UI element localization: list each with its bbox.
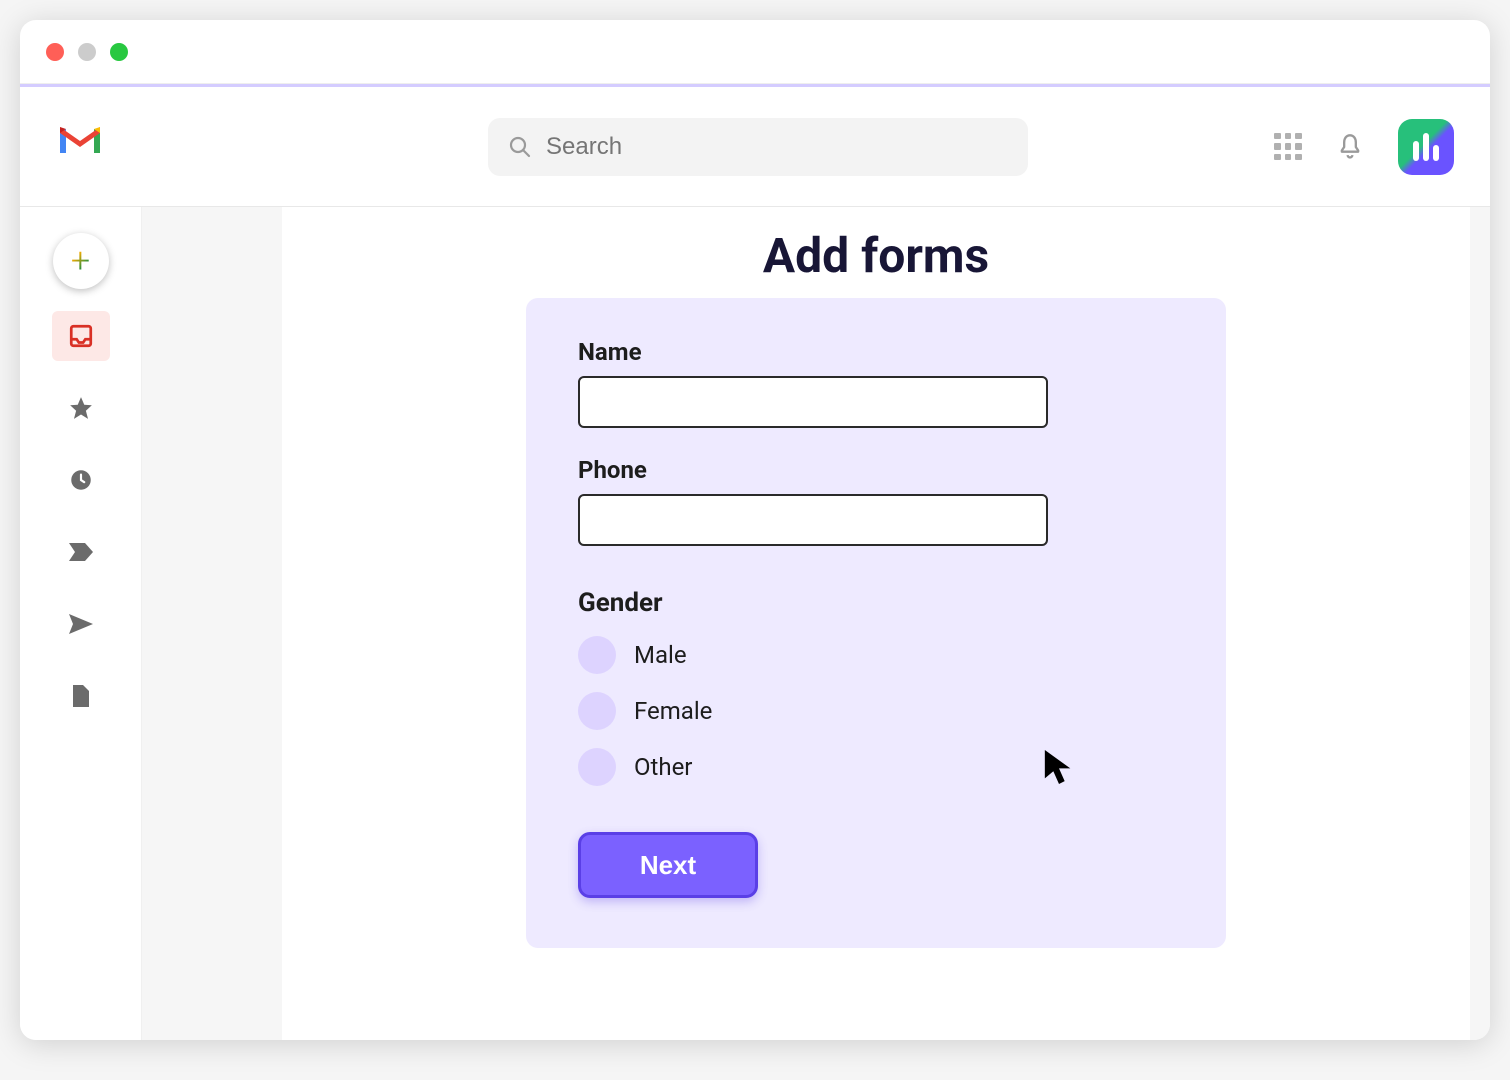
- radio-icon: [578, 692, 616, 730]
- header: [20, 87, 1490, 207]
- window-close-icon[interactable]: [46, 43, 64, 61]
- phone-label: Phone: [578, 456, 1174, 484]
- name-label: Name: [578, 338, 1174, 366]
- next-button[interactable]: Next: [578, 832, 758, 898]
- radio-label: Male: [634, 641, 687, 669]
- inbox-icon: [68, 323, 94, 349]
- document-icon: [70, 683, 92, 709]
- window-maximize-icon[interactable]: [110, 43, 128, 61]
- compose-button[interactable]: +: [53, 233, 109, 289]
- gender-label: Gender: [578, 588, 1174, 618]
- main-content: Add forms Name Phone Gender Male: [282, 207, 1470, 1040]
- page-title: Add forms: [763, 227, 989, 284]
- star-icon: [68, 395, 94, 421]
- sidebar-item-sent[interactable]: [52, 599, 110, 649]
- gender-option-other[interactable]: Other: [578, 748, 1174, 786]
- radio-icon: [578, 748, 616, 786]
- notifications-icon[interactable]: [1336, 133, 1364, 161]
- window-minimize-icon[interactable]: [78, 43, 96, 61]
- important-icon: [67, 541, 95, 563]
- sent-icon: [67, 612, 95, 636]
- header-actions: [1274, 119, 1454, 175]
- search-icon: [508, 135, 532, 159]
- phone-input[interactable]: [578, 494, 1048, 546]
- body: +: [20, 207, 1490, 1040]
- sidebar-item-important[interactable]: [52, 527, 110, 577]
- form-group-name: Name: [578, 338, 1174, 428]
- form-group-gender: Gender Male Female Other: [578, 588, 1174, 786]
- clock-icon: [68, 467, 94, 493]
- sidebar-item-drafts[interactable]: [52, 671, 110, 721]
- form-group-phone: Phone: [578, 456, 1174, 546]
- radio-icon: [578, 636, 616, 674]
- avatar[interactable]: [1398, 119, 1454, 175]
- titlebar: [20, 20, 1490, 84]
- name-input[interactable]: [578, 376, 1048, 428]
- gmail-logo-icon[interactable]: [56, 123, 104, 171]
- sidebar-item-starred[interactable]: [52, 383, 110, 433]
- search-input[interactable]: [546, 133, 1008, 161]
- plus-icon: +: [71, 241, 90, 281]
- secondary-pane: [142, 207, 282, 1040]
- sidebar: +: [20, 207, 142, 1040]
- sidebar-item-inbox[interactable]: [52, 311, 110, 361]
- form-card: Name Phone Gender Male Female: [526, 298, 1226, 948]
- right-pane: [1470, 207, 1490, 1040]
- app-window: +: [20, 20, 1490, 1040]
- gender-option-female[interactable]: Female: [578, 692, 1174, 730]
- gender-option-male[interactable]: Male: [578, 636, 1174, 674]
- apps-grid-icon[interactable]: [1274, 133, 1302, 161]
- search-box[interactable]: [488, 118, 1028, 176]
- radio-label: Other: [634, 753, 692, 781]
- radio-label: Female: [634, 697, 712, 725]
- sidebar-item-snoozed[interactable]: [52, 455, 110, 505]
